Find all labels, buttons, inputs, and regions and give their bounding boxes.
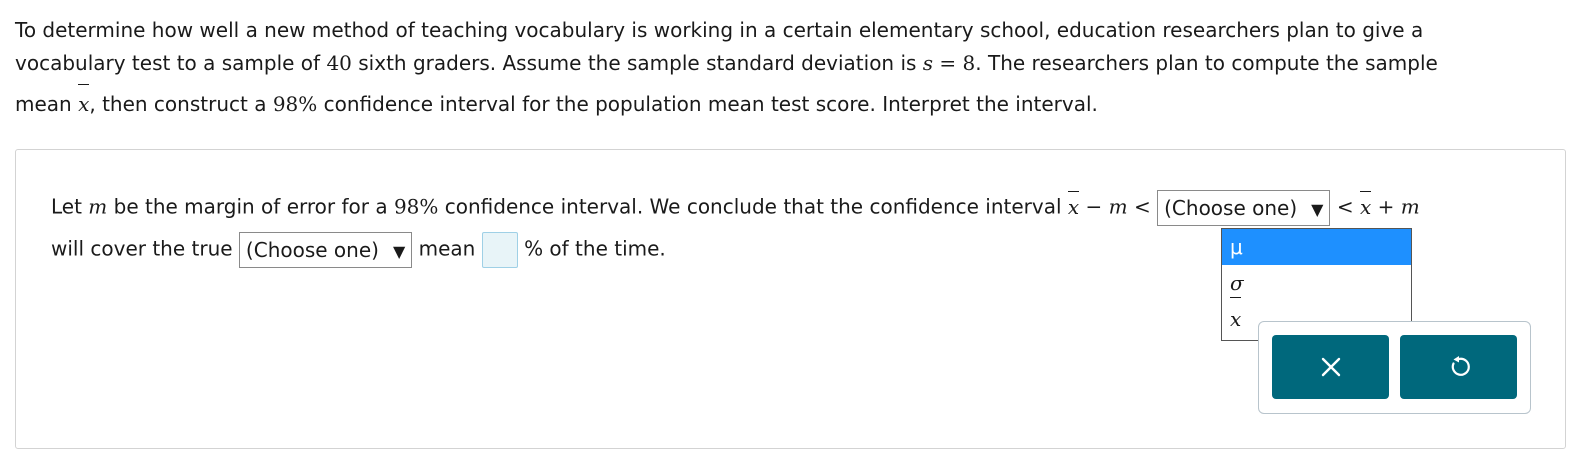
problem-line-1: To determine how well a new method of te… bbox=[15, 14, 1560, 47]
answer-text: confidence interval. We conclude that th… bbox=[438, 194, 1068, 219]
answer-line-1: Let m be the margin of error for a 98% c… bbox=[51, 190, 1420, 226]
answer-text: Let bbox=[51, 194, 89, 219]
problem-line-2: vocabulary test to a sample of 40 sixth … bbox=[15, 47, 1560, 80]
percent-input[interactable] bbox=[481, 232, 518, 268]
dropdown-arrow-icon: ▼ bbox=[392, 242, 406, 261]
s-variable: s bbox=[922, 51, 934, 75]
answer-text: mean bbox=[418, 236, 482, 261]
page: To determine how well a new method of te… bbox=[0, 0, 1573, 476]
select-value: (Choose one) bbox=[1164, 196, 1298, 220]
problem-text: sixth graders. Assume the sample standar… bbox=[351, 51, 923, 75]
answer-line-2: will cover the true (Choose one) ▼ mean %… bbox=[51, 232, 666, 268]
minus-m-expression: − m < bbox=[1079, 194, 1158, 219]
problem-text: mean bbox=[15, 92, 79, 116]
dropdown-arrow-icon: ▼ bbox=[1311, 200, 1324, 219]
answer-text: % of the time. bbox=[524, 236, 666, 261]
problem-text: , then construct a bbox=[89, 92, 273, 116]
problem-text: To determine how well a new method of te… bbox=[15, 18, 1424, 42]
undo-icon bbox=[1451, 356, 1470, 376]
clear-button[interactable] bbox=[1272, 335, 1389, 399]
parameter-select[interactable]: (Choose one) ▼ bbox=[1157, 190, 1331, 226]
equals-sign: = bbox=[933, 51, 963, 75]
problem-line-3: mean x, then construct a 98% confidence … bbox=[15, 84, 1560, 121]
problem-statement: To determine how well a new method of te… bbox=[15, 14, 1560, 121]
problem-text: . The researchers plan to compute the sa… bbox=[975, 51, 1438, 75]
problem-text: confidence interval for the population m… bbox=[317, 92, 1098, 116]
close-icon bbox=[1321, 357, 1340, 377]
less-than-sign: < bbox=[1336, 194, 1360, 219]
reset-button[interactable] bbox=[1400, 335, 1517, 399]
x-bar-symbol: x bbox=[78, 84, 90, 121]
plus-m-expression: + m bbox=[1371, 194, 1420, 219]
x-bar-symbol: x bbox=[1359, 190, 1372, 219]
s-value: 8 bbox=[962, 51, 976, 75]
problem-text: vocabulary test to a sample of bbox=[15, 51, 327, 75]
select-value: (Choose one) bbox=[245, 238, 379, 262]
m-variable: m bbox=[88, 194, 108, 219]
confidence-level: 98% bbox=[393, 194, 439, 219]
answer-text: be the margin of error for a bbox=[107, 194, 394, 219]
x-bar-symbol: x bbox=[1067, 190, 1080, 219]
x-bar-symbol: x bbox=[1230, 297, 1242, 337]
dropdown-option-mu[interactable]: μ bbox=[1222, 229, 1411, 265]
dropdown-option-sigma[interactable]: σ bbox=[1222, 265, 1411, 301]
confidence-level: 98% bbox=[272, 92, 318, 116]
answer-text: will cover the true bbox=[51, 236, 239, 261]
population-select[interactable]: (Choose one) ▼ bbox=[238, 232, 413, 268]
sample-size: 40 bbox=[326, 51, 352, 75]
